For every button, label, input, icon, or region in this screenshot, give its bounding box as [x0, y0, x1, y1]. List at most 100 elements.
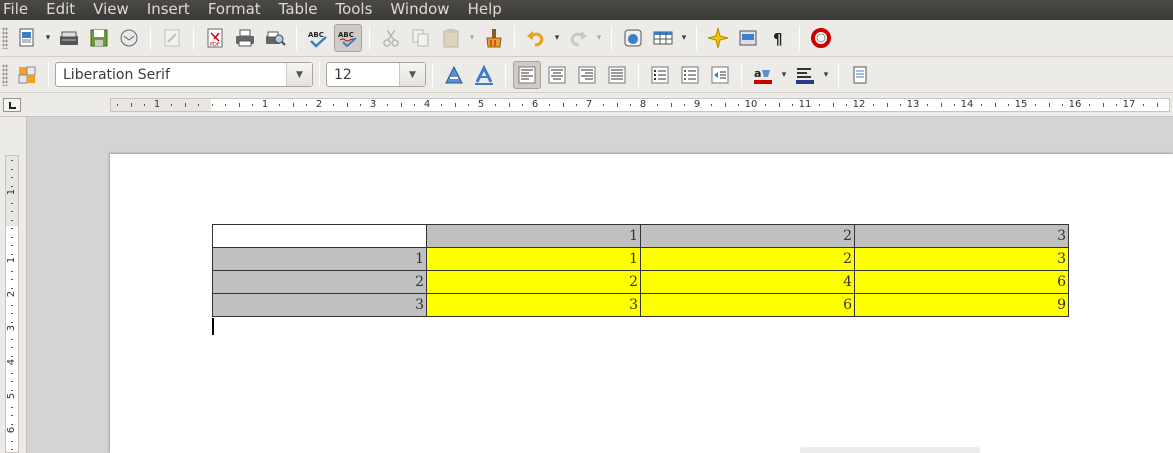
ruler-label: 4 — [6, 358, 17, 366]
table-cell[interactable]: 3 — [854, 224, 1069, 248]
font-color-dropdown[interactable]: ▾ — [778, 61, 790, 89]
navigator-icon[interactable] — [704, 24, 732, 52]
separator — [432, 62, 433, 87]
menu-view[interactable]: View — [84, 0, 138, 20]
styles-icon[interactable] — [13, 61, 41, 89]
toolbar-grip[interactable] — [2, 27, 8, 49]
table-cell[interactable]: 1 — [212, 247, 427, 271]
copy-icon[interactable] — [407, 24, 435, 52]
menu-window[interactable]: Window — [381, 0, 458, 20]
edit-file-icon[interactable] — [158, 24, 186, 52]
document-page[interactable]: 1 2 3 1 1 2 3 2 2 4 6 3 3 6 9 — [110, 154, 1173, 453]
ruler-label: 3 — [6, 324, 17, 332]
font-color-icon[interactable]: a — [749, 61, 777, 89]
ruler-tick — [11, 338, 13, 340]
ruler-tick — [846, 104, 847, 106]
new-document-icon[interactable] — [13, 24, 41, 52]
menu-edit[interactable]: Edit — [37, 0, 84, 20]
highlighting-dropdown[interactable]: ▾ — [820, 61, 832, 89]
table-cell[interactable]: 3 — [212, 293, 427, 317]
table-cell[interactable]: 1 — [426, 224, 641, 248]
table-cell[interactable]: 2 — [426, 270, 641, 294]
numbering-icon[interactable] — [646, 61, 674, 89]
multiplication-table[interactable]: 1 2 3 1 1 2 3 2 2 4 6 3 3 6 9 — [212, 224, 1069, 317]
table-cell[interactable]: 2 — [640, 247, 855, 271]
ruler-tick — [724, 103, 726, 107]
table-cell[interactable]: 3 — [426, 293, 641, 317]
decrease-indent-icon[interactable] — [706, 61, 734, 89]
table-icon[interactable] — [649, 24, 677, 52]
undo-icon[interactable] — [522, 24, 550, 52]
ruler-label: 13 — [906, 99, 920, 110]
menu-file[interactable]: File — [0, 0, 37, 20]
toolbar-grip[interactable] — [2, 63, 8, 86]
paste-dropdown[interactable]: ▾ — [466, 24, 478, 52]
ruler-tick — [11, 347, 13, 348]
table-row: 1 1 2 3 — [212, 247, 1069, 271]
shrink-font-icon[interactable] — [470, 61, 498, 89]
table-cell[interactable]: 9 — [854, 293, 1069, 317]
align-right-icon[interactable] — [573, 61, 601, 89]
email-icon[interactable] — [115, 24, 143, 52]
font-size-value[interactable]: 12 — [327, 67, 399, 83]
redo-dropdown[interactable]: ▾ — [593, 24, 605, 52]
ruler-label: 1 — [6, 188, 17, 196]
table-cell[interactable]: 2 — [212, 270, 427, 294]
table-cell[interactable]: 4 — [640, 270, 855, 294]
save-icon[interactable] — [85, 24, 113, 52]
gallery-icon[interactable] — [734, 24, 762, 52]
menu-format[interactable]: Format — [199, 0, 270, 20]
menu-tools[interactable]: Tools — [326, 0, 381, 20]
ruler-tick — [981, 104, 982, 106]
ruler-label: 11 — [798, 99, 812, 110]
table-cell[interactable]: 6 — [640, 293, 855, 317]
help-icon[interactable] — [807, 24, 835, 52]
bullets-icon[interactable] — [676, 61, 704, 89]
formatting-toolbar: Liberation Serif ▼ 12 ▼ a ▾ ▾ — [0, 57, 1173, 93]
align-left-icon[interactable] — [513, 60, 541, 89]
autospellcheck-icon[interactable]: ABC — [334, 24, 362, 52]
table-cell[interactable] — [212, 224, 427, 248]
horizontal-ruler[interactable]: 1 1 2 3 4 5 6 7 8 9 10 11 12 13 14 15 16 17 — [110, 98, 1170, 112]
hyperlink-icon[interactable] — [619, 24, 647, 52]
redo-icon[interactable] — [564, 24, 592, 52]
export-pdf-icon[interactable]: PDF — [201, 24, 229, 52]
print-icon[interactable] — [231, 24, 259, 52]
new-dropdown[interactable]: ▾ — [42, 24, 54, 52]
table-dropdown[interactable]: ▾ — [678, 24, 690, 52]
table-cell[interactable]: 3 — [854, 247, 1069, 271]
ruler-tick — [886, 103, 888, 107]
ruler-label: 7 — [585, 99, 593, 110]
background-color-icon[interactable] — [846, 61, 874, 89]
open-icon[interactable] — [55, 24, 83, 52]
highlighting-icon[interactable] — [791, 61, 819, 89]
table-cell[interactable]: 6 — [854, 270, 1069, 294]
chevron-down-icon[interactable]: ▼ — [399, 63, 425, 86]
undo-dropdown[interactable]: ▾ — [551, 24, 563, 52]
ruler-tick — [333, 104, 334, 106]
clone-formatting-icon[interactable] — [479, 24, 507, 52]
font-name-value[interactable]: Liberation Serif — [56, 67, 286, 83]
spellcheck-icon[interactable]: ABC — [304, 24, 332, 52]
ruler-tick — [292, 103, 294, 107]
formatting-marks-icon[interactable]: ¶ — [764, 24, 792, 52]
menu-insert[interactable]: Insert — [138, 0, 199, 20]
tab-stop-type-icon[interactable] — [3, 98, 21, 112]
ruler-tick — [900, 104, 901, 106]
font-size-combo[interactable]: 12 ▼ — [326, 62, 426, 87]
chevron-down-icon[interactable]: ▼ — [286, 63, 312, 86]
grow-font-icon[interactable] — [440, 61, 468, 89]
align-center-icon[interactable] — [543, 61, 571, 89]
table-cell[interactable]: 1 — [426, 247, 641, 271]
ruler-tick — [1008, 104, 1009, 106]
menu-help[interactable]: Help — [459, 0, 511, 20]
justify-icon[interactable] — [603, 61, 631, 89]
table-cell[interactable]: 2 — [640, 224, 855, 248]
menu-table[interactable]: Table — [270, 0, 327, 20]
svg-text:¶: ¶ — [773, 30, 783, 48]
font-name-combo[interactable]: Liberation Serif ▼ — [55, 62, 313, 87]
print-preview-icon[interactable] — [261, 24, 289, 52]
cut-icon[interactable] — [377, 24, 405, 52]
paste-icon[interactable] — [437, 24, 465, 52]
vertical-ruler[interactable]: 1 1 2 3 4 5 6 — [5, 155, 19, 453]
